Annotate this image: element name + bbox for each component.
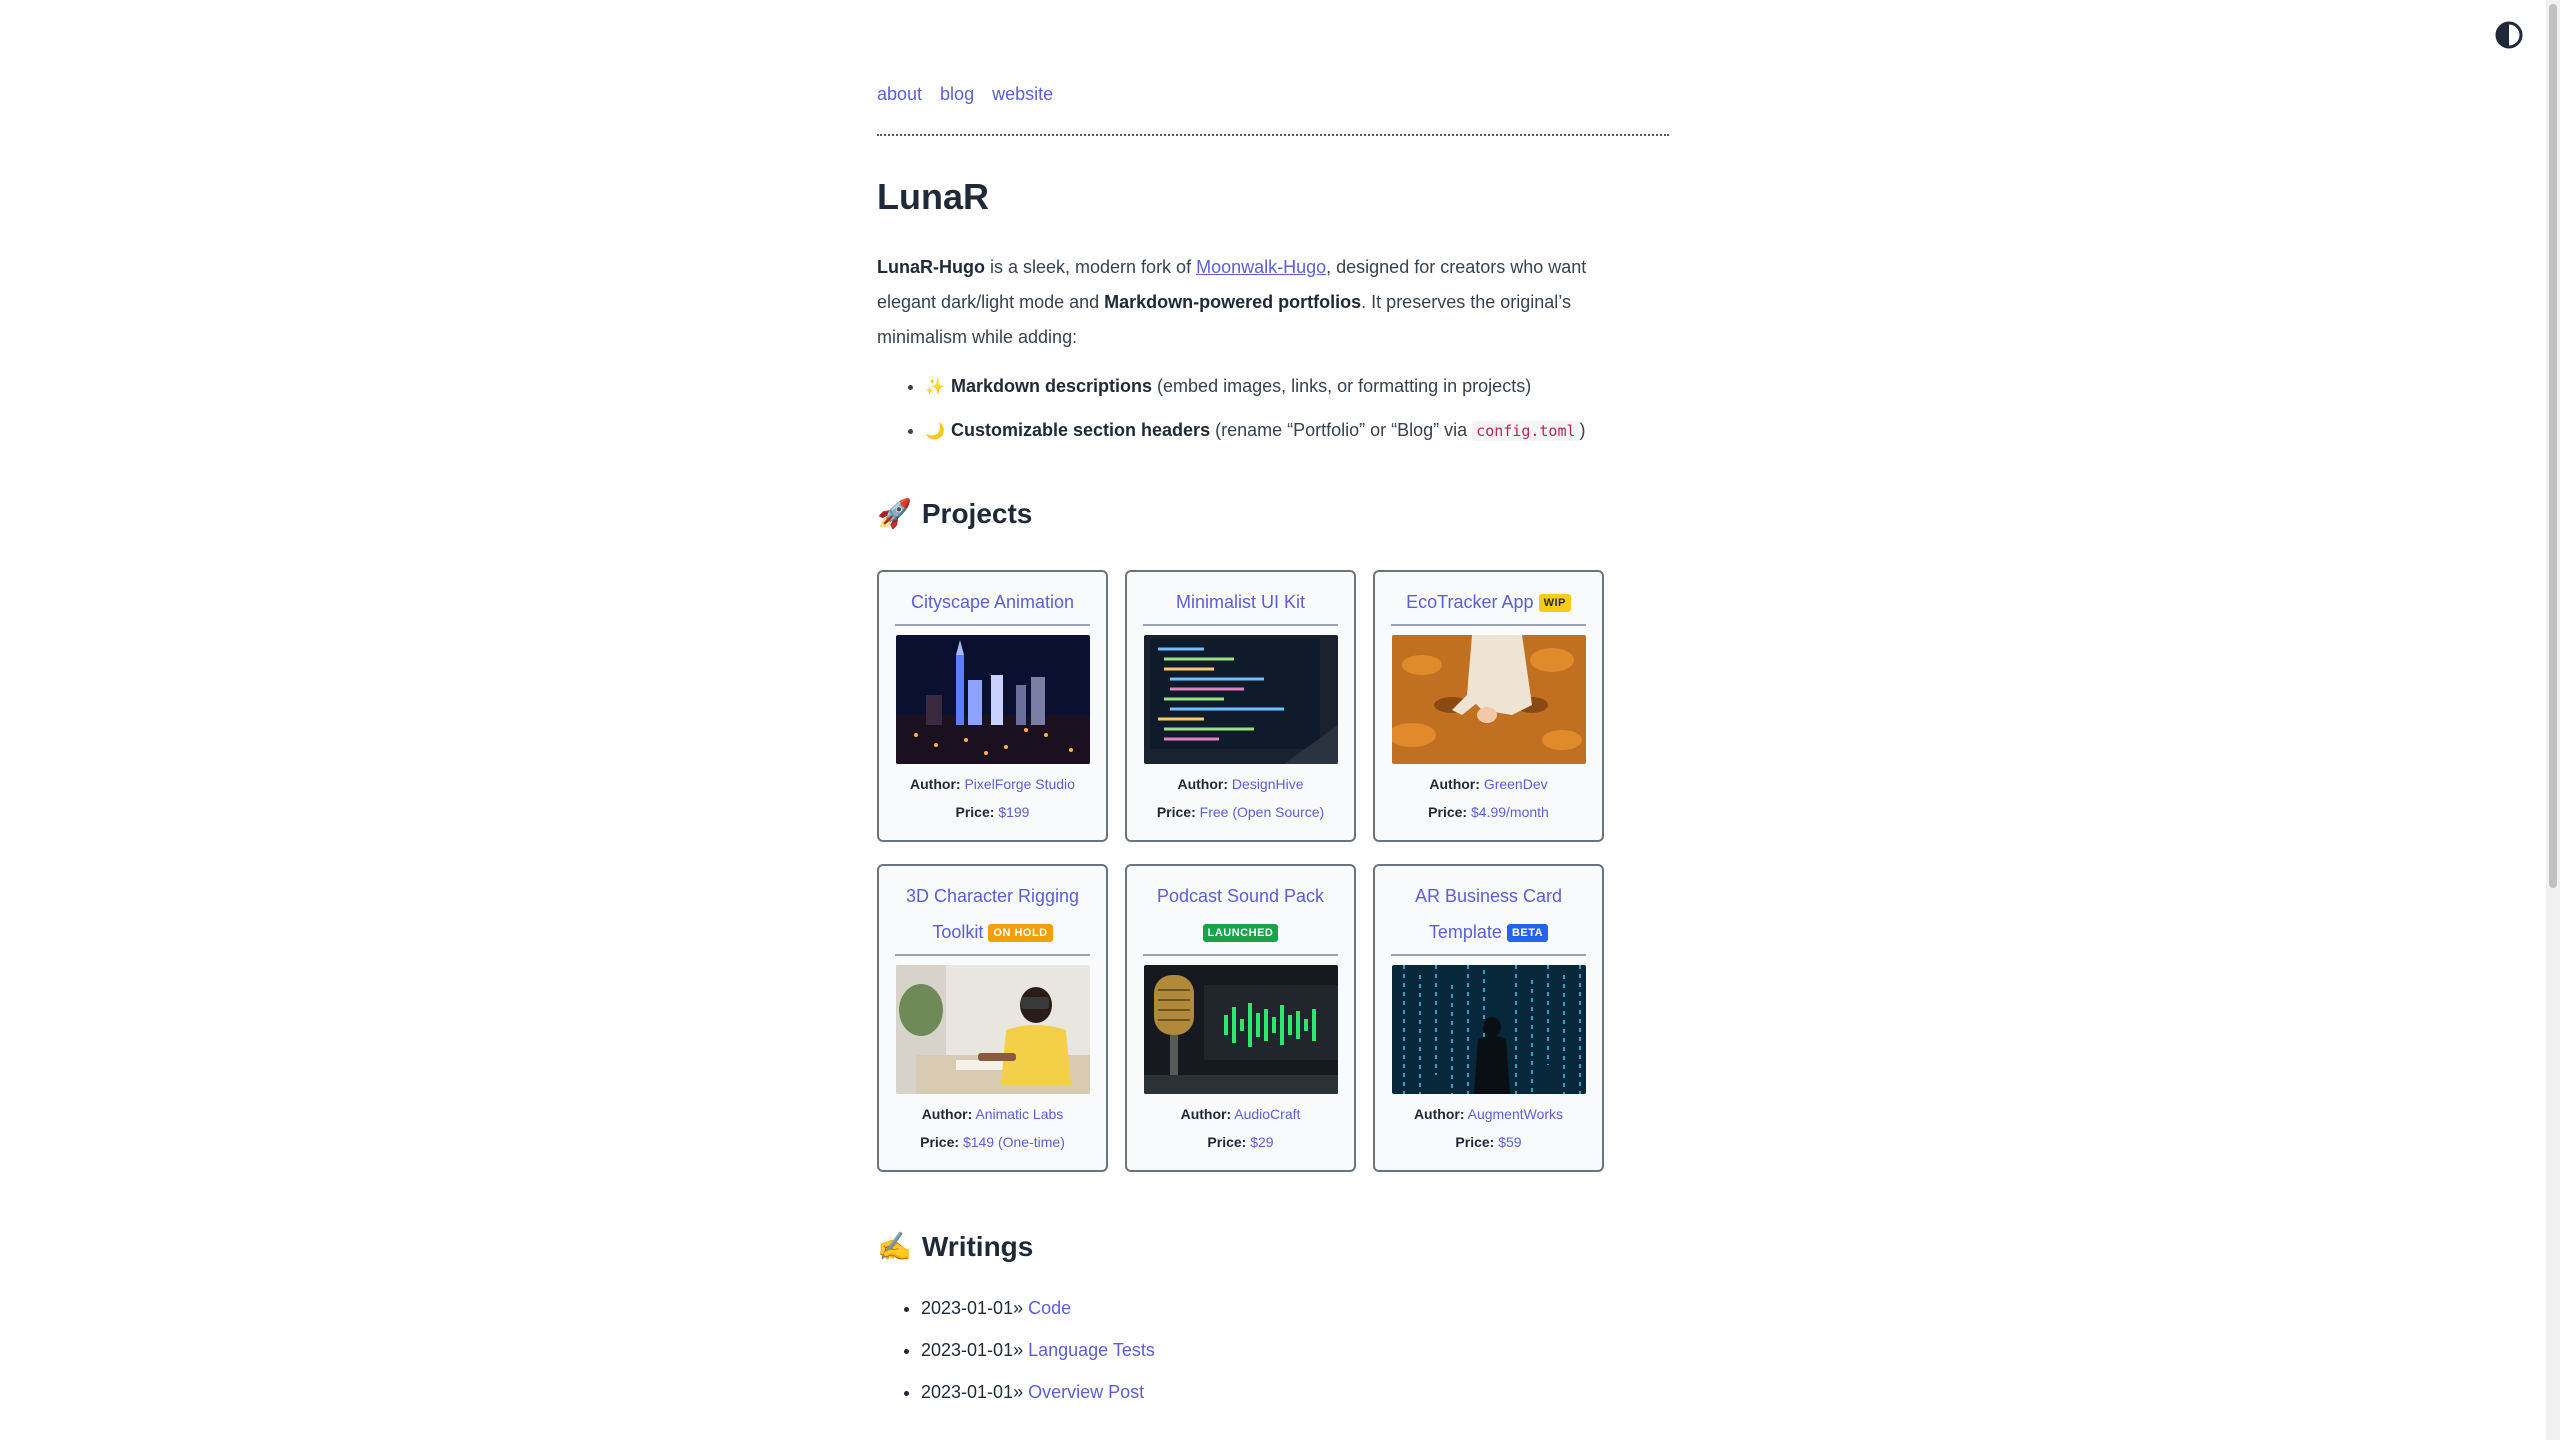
page-scrollbar[interactable] [2546, 0, 2560, 1440]
project-card: 3D Character Rigging Toolkit ON HOLD Aut… [877, 864, 1108, 1172]
project-image-code-monitor[interactable] [1143, 635, 1338, 764]
project-card: Podcast Sound Pack LAUNCHED Author: Audi… [1125, 864, 1356, 1172]
author-label: Author: [1180, 1106, 1232, 1122]
project-title-link[interactable]: 3D Character Rigging Toolkit ON HOLD [895, 878, 1090, 956]
crescent-moon-icon: 🌙 [925, 423, 945, 440]
writings-heading: ✍️ Writings [877, 1230, 1669, 1263]
brand-name: LunaR-Hugo [877, 257, 985, 277]
nav-link-blog[interactable]: blog [940, 82, 974, 134]
project-image-city-night[interactable] [895, 635, 1090, 764]
project-meta: Author: PixelForge Studio Price: $199 [910, 770, 1075, 826]
nav-link-about[interactable]: about [877, 82, 922, 134]
intro-paragraph: LunaR-Hugo is a sleek, modern fork of Mo… [877, 250, 1637, 355]
post-date: 2023-01-01» [921, 1340, 1024, 1360]
nav-link-website[interactable]: website [992, 82, 1053, 134]
project-image-microphone[interactable] [1143, 965, 1338, 1094]
post-link[interactable]: Overview Post [1028, 1382, 1144, 1402]
status-badge: ON HOLD [988, 924, 1053, 943]
price-label: Price: [955, 804, 995, 820]
author-label: Author: [1429, 776, 1480, 792]
project-image-autumn-leaves[interactable] [1391, 635, 1586, 764]
scrollbar-thumb[interactable] [2549, 4, 2557, 888]
feature-text: (rename “Portfolio” or “Blog” via [1210, 420, 1473, 440]
status-badge: WIP [1538, 594, 1571, 613]
author-link[interactable]: DesignHive [1232, 776, 1304, 792]
writings-heading-label: Writings [921, 1230, 1034, 1262]
project-image-vr-headset[interactable] [895, 965, 1090, 1094]
project-title-link[interactable]: EcoTracker App WIP [1391, 584, 1586, 626]
feature-title: Markdown descriptions [951, 376, 1153, 396]
project-card: Minimalist UI Kit Author: DesignHive Pri… [1125, 570, 1356, 842]
price-label: Price: [1156, 804, 1196, 820]
project-meta: Author: GreenDev Price: $4.99/month [1428, 770, 1549, 826]
projects-heading: 🚀 Projects [877, 497, 1669, 530]
project-title: Cityscape Animation [910, 592, 1075, 612]
price-link[interactable]: $29 [1250, 1134, 1273, 1150]
post-date: 2023-01-01» [921, 1298, 1024, 1318]
author-link[interactable]: PixelForge Studio [964, 776, 1075, 792]
post-link[interactable]: Code [1028, 1298, 1071, 1318]
project-title: EcoTracker App [1406, 592, 1534, 612]
feature-text-after: ) [1579, 420, 1586, 440]
project-title: Podcast Sound Pack [1156, 886, 1325, 906]
intro-bold-portfolios: Markdown-powered portfolios [1104, 292, 1362, 312]
price-link[interactable]: $149 (One-time) [963, 1134, 1065, 1150]
post-date: 2023-01-01» [921, 1382, 1024, 1402]
author-label: Author: [910, 776, 961, 792]
feature-text: (embed images, links, or formatting in p… [1152, 376, 1532, 396]
author-label: Author: [921, 1106, 973, 1122]
price-label: Price: [1207, 1134, 1247, 1150]
author-label: Author: [1413, 1106, 1465, 1122]
author-label: Author: [1177, 776, 1229, 792]
price-link[interactable]: $4.99/month [1471, 804, 1549, 820]
project-card: EcoTracker App WIP Author: GreenDev Pric… [1373, 570, 1604, 842]
post-item: 2023-01-01» Overview Post [921, 1371, 1669, 1413]
top-navigation: about blog website [877, 0, 1669, 136]
post-item: 2023-01-01» Code [921, 1287, 1669, 1329]
project-meta: Author: AugmentWorks Price: $59 [1414, 1100, 1563, 1156]
feature-item: 🌙 Customizable section headers (rename “P… [925, 409, 1669, 453]
project-card: AR Business Card Template BETA Author: A… [1373, 864, 1604, 1172]
project-title-link[interactable]: Podcast Sound Pack LAUNCHED [1143, 878, 1338, 956]
price-link[interactable]: Free (Open Source) [1200, 804, 1325, 820]
price-label: Price: [920, 1134, 960, 1150]
project-image-matrix-code[interactable] [1391, 965, 1586, 1094]
project-card: Cityscape Animation Author: PixelForge S… [877, 570, 1108, 842]
price-link[interactable]: $59 [1498, 1134, 1521, 1150]
author-link[interactable]: AugmentWorks [1468, 1106, 1563, 1122]
moonwalk-hugo-link[interactable]: Moonwalk-Hugo [1196, 257, 1326, 277]
page-title: LunaR [877, 176, 989, 217]
price-link[interactable]: $199 [998, 804, 1029, 820]
project-title-link[interactable]: Cityscape Animation [895, 584, 1090, 626]
status-badge: LAUNCHED [1202, 924, 1279, 943]
sparkles-icon: ✨ [925, 379, 945, 396]
feature-list: ✨ Markdown descriptions (embed images, li… [877, 365, 1669, 453]
project-title-link[interactable]: Minimalist UI Kit [1143, 584, 1338, 626]
post-link[interactable]: Language Tests [1028, 1340, 1155, 1360]
post-item: 2023-01-01» Language Tests [921, 1329, 1669, 1371]
main-content: about blog website LunaR LunaR-Hugo is a… [877, 0, 1669, 1413]
project-meta: Author: DesignHive Price: Free (Open Sou… [1157, 770, 1324, 826]
author-link[interactable]: AudioCraft [1234, 1106, 1300, 1122]
project-title: Minimalist UI Kit [1175, 592, 1305, 612]
posts-list: 2023-01-01» Code 2023-01-01» Language Te… [877, 1287, 1669, 1413]
status-badge: BETA [1506, 924, 1549, 943]
price-label: Price: [1455, 1134, 1495, 1150]
projects-grid: Cityscape Animation Author: PixelForge S… [877, 570, 1669, 1172]
config-code: config.toml [1472, 421, 1580, 441]
author-link[interactable]: GreenDev [1484, 776, 1548, 792]
project-meta: Author: Animatic Labs Price: $149 (One-t… [920, 1100, 1065, 1156]
intro-text-1: is a sleek, modern fork of [984, 257, 1197, 277]
projects-heading-label: Projects [921, 497, 1033, 529]
project-title-link[interactable]: AR Business Card Template BETA [1391, 878, 1586, 956]
project-meta: Author: AudioCraft Price: $29 [1181, 1100, 1301, 1156]
theme-toggle-icon[interactable] [2494, 20, 2524, 50]
writing-hand-icon: ✍️ [877, 1231, 912, 1262]
feature-title: Customizable section headers [951, 420, 1211, 440]
feature-item: ✨ Markdown descriptions (embed images, li… [925, 365, 1669, 409]
author-link[interactable]: Animatic Labs [975, 1106, 1063, 1122]
page: about blog website LunaR LunaR-Hugo is a… [0, 0, 2560, 1440]
rocket-icon: 🚀 [877, 498, 912, 529]
price-label: Price: [1428, 804, 1468, 820]
